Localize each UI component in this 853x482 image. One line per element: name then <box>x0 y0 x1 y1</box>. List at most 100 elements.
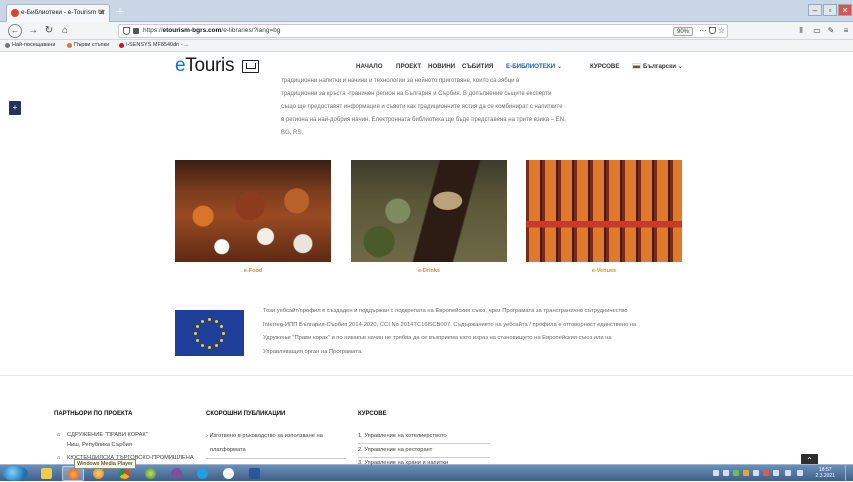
bookmarks-bar: Най-посещавани Първи стъпки i-SENSYS MF8… <box>0 40 853 52</box>
e-drinks-link[interactable]: e-Drinks <box>351 268 507 274</box>
home-icon[interactable]: ⌂ <box>58 24 72 38</box>
bookmark-most-visited[interactable]: Най-посещавани <box>4 40 55 51</box>
start-button[interactable] <box>2 466 28 481</box>
system-tray: 18:57 2.3.2021 <box>707 465 853 482</box>
viber-icon <box>171 468 182 479</box>
footer-recent-posts: СКОРОШНИ ПУБЛИКАЦИИ <box>206 411 285 430</box>
sidebar-icon[interactable]: ▭ <box>810 24 824 38</box>
browser-tab[interactable]: e-Библиотеки - e-Tourism Ur ✕ <box>6 4 110 22</box>
tray-app-icon[interactable] <box>743 470 749 476</box>
logo-envelope-icon <box>242 60 259 73</box>
scroll-to-top-button[interactable]: ⌃ <box>801 454 818 464</box>
site-logo[interactable]: eTouris <box>175 55 234 77</box>
language-selector[interactable]: Български ⌄ <box>632 63 683 70</box>
media-player-icon <box>93 468 104 479</box>
menu-item-news[interactable]: НОВИНИ <box>428 63 455 70</box>
menu-item-courses[interactable]: КУРСОВЕ <box>590 63 619 70</box>
lock-icon[interactable] <box>133 28 139 34</box>
maximize-icon[interactable]: ▫ <box>823 4 837 16</box>
course-link-1[interactable]: 1. Управление на хотелиерството <box>358 433 447 439</box>
taskbar-skype[interactable] <box>192 466 214 481</box>
back-arrow-icon[interactable]: ← <box>8 24 22 38</box>
tray-app-icon[interactable] <box>773 470 779 476</box>
bookmark-getting-started[interactable]: Първи стъпки <box>66 40 109 51</box>
e-food-link[interactable]: e-Food <box>175 268 331 274</box>
course-divider <box>358 443 490 444</box>
network-icon[interactable] <box>785 470 791 476</box>
url-domain: etourism-bgrs.com <box>162 27 222 34</box>
taskbar-app[interactable] <box>140 466 162 481</box>
course-link-3[interactable]: 3. Управление на храни и напитки <box>358 460 448 466</box>
e-food-image[interactable] <box>175 160 331 262</box>
menu-hamburger-icon[interactable]: ≡ <box>839 24 853 38</box>
page-actions-icon[interactable]: ··· <box>699 25 707 37</box>
taskbar-tooltip: Windows Media Player <box>74 459 136 469</box>
partner-1-name[interactable]: СДРУЖЕНИЕ "ПРАВИ КОРАК" <box>67 432 148 438</box>
browser-nav-bar: ← → ↻ ⌂ https://etourism-bgrs.com/e-libr… <box>0 22 853 40</box>
pocket-icon[interactable] <box>709 27 716 34</box>
intro-line-5: BG, RS. <box>281 130 304 136</box>
bookmark-printer[interactable]: i-SENSYS MF8540dn - ... <box>118 40 189 51</box>
e-drinks-image[interactable] <box>351 160 507 262</box>
e-venues-link[interactable]: e-Venues <box>526 268 682 274</box>
tray-app-icon[interactable] <box>753 470 759 476</box>
intro-line-1: традиционни напитки и начини и технологи… <box>281 78 520 84</box>
taskbar-clock[interactable]: 18:57 2.3.2021 <box>816 467 835 479</box>
library-icon[interactable]: ⫴ <box>794 24 808 38</box>
tray-app-icon[interactable] <box>723 470 729 476</box>
tab-title: e-Библиотеки - e-Tourism Ur <box>21 9 105 16</box>
recent-post-link-cont[interactable]: платформата <box>210 447 246 453</box>
course-link-2[interactable]: 2. Управление на ресторант <box>358 447 432 453</box>
taskbar-app-2[interactable] <box>218 466 240 481</box>
bookmark-star-icon[interactable]: ☆ <box>718 25 725 37</box>
site-favicon-icon <box>11 9 19 17</box>
minimize-icon[interactable]: – <box>808 4 822 16</box>
recent-post-link[interactable]: › Изготвено в ръководство за използване … <box>206 433 323 439</box>
new-tab-button[interactable]: + <box>114 6 126 18</box>
taskbar-word[interactable] <box>244 466 266 481</box>
close-tab-icon[interactable]: ✕ <box>98 5 105 21</box>
eu-notice-line: Управляващия орган на Програмата. <box>263 348 363 355</box>
logo-text-rest: Touris <box>185 55 235 76</box>
menu-item-project[interactable]: ПРОЕКТ <box>396 63 421 70</box>
close-window-icon[interactable]: ✕ <box>838 4 852 16</box>
taskbar-viber[interactable] <box>166 466 188 481</box>
course-divider <box>358 457 490 458</box>
eu-notice-line: Този уебсайт/профил е създаден и поддърж… <box>263 308 628 314</box>
clock-date: 2.3.2021 <box>815 473 835 479</box>
footer-divider <box>0 375 853 376</box>
recent-post-divider <box>206 458 346 459</box>
tray-app-icon[interactable] <box>733 470 739 476</box>
intro-line-4: в региона на най-добрия начин. Електронн… <box>281 117 566 123</box>
web-page: eTouris НАЧАЛО ПРОЕКТ НОВИНИ СЪБИТИЯ Е-Б… <box>0 53 853 464</box>
url-bar[interactable]: https://etourism-bgrs.com/e-libraries/?l… <box>118 24 728 38</box>
side-expand-button[interactable]: + <box>9 101 21 115</box>
volume-icon[interactable] <box>797 470 803 476</box>
reload-icon[interactable]: ↻ <box>42 24 56 38</box>
browser-tab-bar: e-Библиотеки - e-Tourism Ur ✕ + – ▫ ✕ <box>0 0 853 22</box>
extension-icon[interactable]: ✎ <box>824 24 838 38</box>
eu-funding-notice: Този уебсайт/профил е създаден и поддърж… <box>263 305 663 359</box>
home-icon: ⌂ <box>57 455 61 461</box>
tray-app-icon[interactable] <box>763 470 769 476</box>
language-indicator-icon[interactable] <box>713 470 719 476</box>
taskbar-explorer[interactable] <box>36 466 58 481</box>
footer-partners-title: ПАРТНЬОРИ ПО ПРОЕКТА <box>54 411 133 417</box>
intro-line-2: традиционни за кръста -граничен регион н… <box>281 91 552 97</box>
bulgarian-flag-icon <box>632 63 641 70</box>
forward-arrow-icon[interactable]: → <box>26 24 40 38</box>
eu-notice-line: Interreg-ИПП България-Сърбия 2014-2020, … <box>263 321 637 328</box>
folder-icon <box>41 468 52 479</box>
menu-item-events[interactable]: СЪБИТИЯ <box>462 63 493 70</box>
footer-courses: КУРСОВЕ <box>358 411 387 430</box>
app-icon <box>145 468 156 479</box>
app-icon <box>223 468 234 479</box>
menu-item-e-libraries[interactable]: Е-БИБЛИОТЕКИ ⌄ <box>506 63 562 70</box>
show-desktop-button[interactable] <box>845 465 853 482</box>
eu-notice-line: Удружење "Прави корак" и по никакъв начи… <box>263 335 612 341</box>
e-venues-image[interactable] <box>526 160 682 262</box>
menu-item-home[interactable]: НАЧАЛО <box>356 63 383 70</box>
shield-icon[interactable] <box>123 27 130 35</box>
footer-courses-title: КУРСОВЕ <box>358 411 387 417</box>
zoom-level[interactable]: 90% <box>672 27 693 36</box>
